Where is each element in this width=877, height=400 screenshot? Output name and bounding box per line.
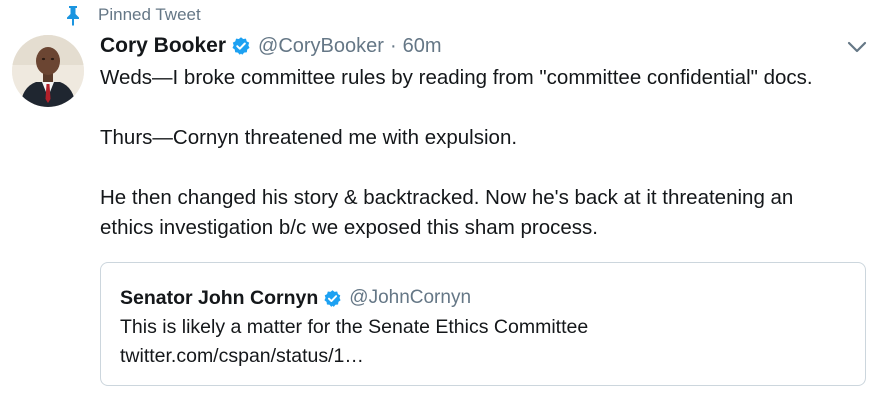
chevron-down-icon[interactable]	[847, 40, 867, 54]
pinned-label: Pinned Tweet	[98, 5, 201, 24]
pinned-tweet-indicator: Pinned Tweet	[62, 4, 201, 26]
tweet-text-line: Weds—I broke committee rules by reading …	[100, 66, 813, 89]
quoted-author-name: Senator John Cornyn	[120, 286, 319, 309]
tweet-header: Cory Booker @CoryBooker · 60m	[100, 32, 442, 60]
quoted-author-handle: @JohnCornyn	[349, 287, 472, 308]
pin-icon	[62, 4, 84, 26]
verified-badge-icon	[323, 289, 342, 308]
tweet-text-line: He then changed his story & backtracked.…	[100, 186, 794, 209]
quoted-tweet-body: This is likely a matter for the Senate E…	[120, 313, 588, 371]
verified-badge-icon	[231, 36, 251, 56]
author-name[interactable]: Cory Booker	[100, 34, 226, 58]
quoted-tweet-text: This is likely a matter for the Senate E…	[120, 316, 589, 338]
tweet-timestamp[interactable]: 60m	[403, 35, 442, 58]
avatar[interactable]	[12, 35, 84, 107]
tweet-text-line: Thurs—Cornyn threatened me with expulsio…	[100, 126, 518, 149]
tweet-text-line: ethics investigation b/c we exposed this…	[100, 216, 598, 239]
quoted-tweet-card[interactable]: Senator John Cornyn @JohnCornyn This is …	[100, 262, 866, 386]
tweet-text: Weds—I broke committee rules by reading …	[100, 63, 860, 243]
header-separator: ·	[389, 34, 397, 57]
quoted-tweet-link[interactable]: twitter.com/cspan/status/1…	[120, 342, 588, 371]
author-handle[interactable]: @CoryBooker	[258, 35, 384, 58]
quoted-tweet-header: Senator John Cornyn @JohnCornyn	[120, 285, 471, 311]
